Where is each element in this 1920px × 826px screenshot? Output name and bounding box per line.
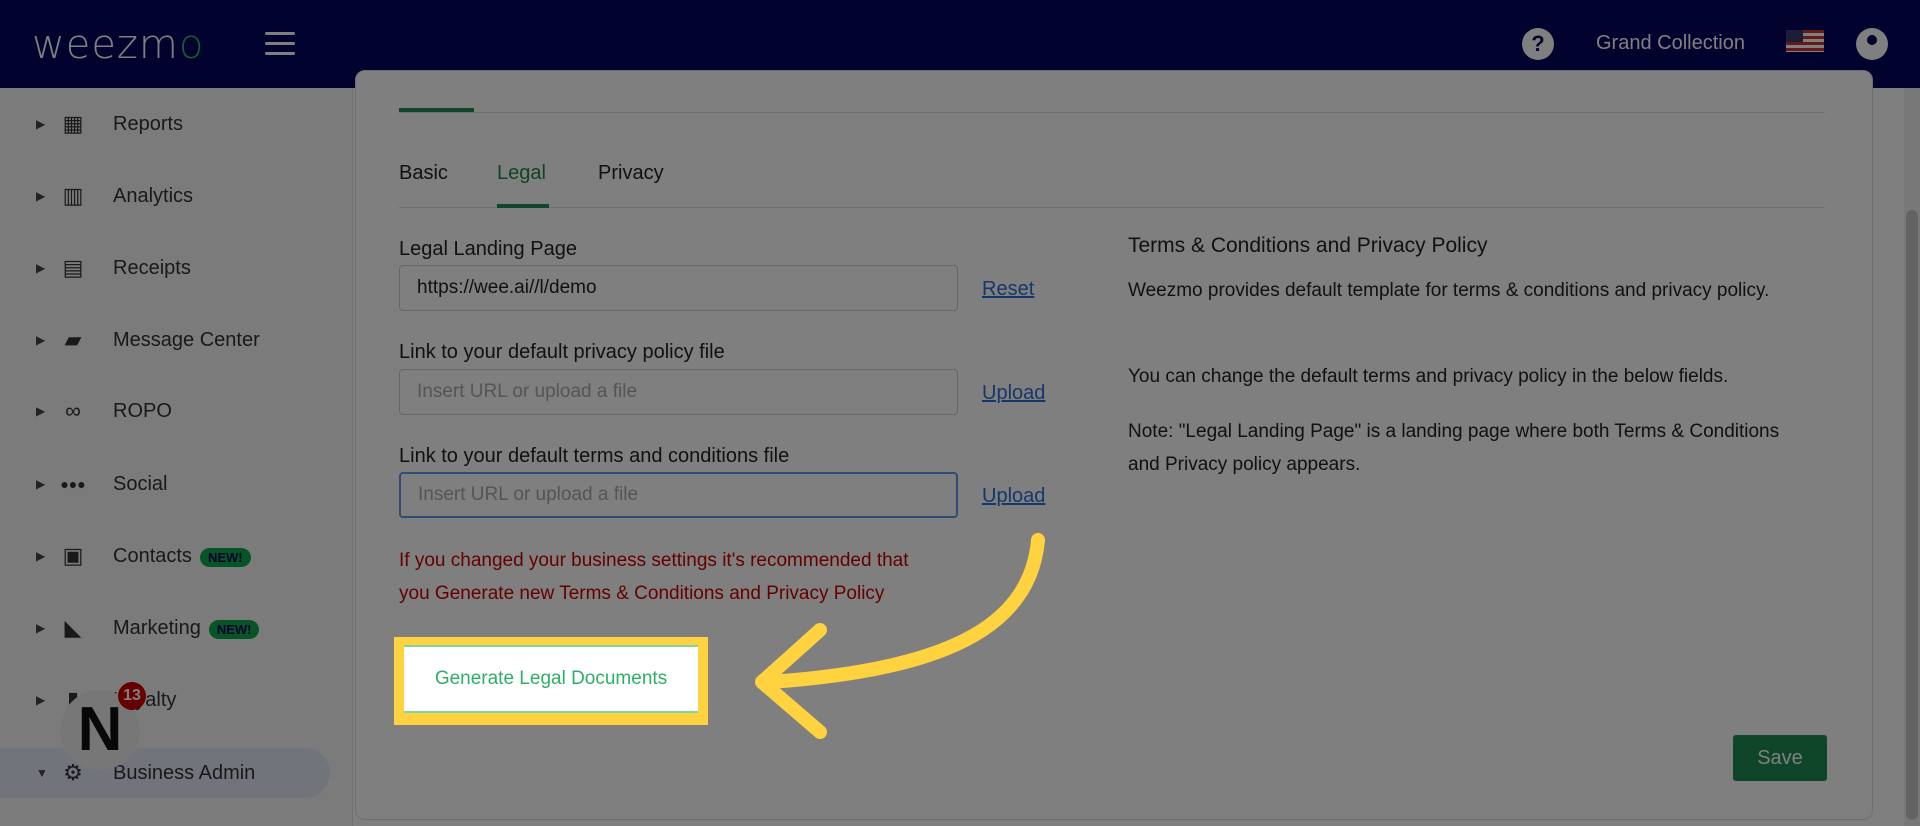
help-icon[interactable]: ? — [1522, 28, 1554, 60]
sidebar-item-contacts[interactable]: ▶ ▣ Contacts NEW! — [0, 531, 353, 581]
terms-input[interactable] — [399, 472, 958, 518]
caret-right-icon: ▶ — [36, 189, 46, 203]
sidebar-item-social[interactable]: ▶ ●●● Social — [0, 459, 353, 509]
chat-icon: ▰ — [64, 327, 82, 352]
sidebar-item-label: Business Admin — [113, 761, 256, 784]
highlight-frame: Generate Legal Documents — [394, 637, 708, 725]
sidebar-item-message-center[interactable]: ▶ ▰ Message Center — [0, 315, 353, 365]
caret-right-icon: ▶ — [36, 404, 46, 418]
tab-legal[interactable]: Legal — [497, 162, 546, 185]
privacy-upload-link[interactable]: Upload — [982, 382, 1045, 405]
reset-link[interactable]: Reset — [982, 278, 1034, 301]
us-flag-icon[interactable] — [1786, 30, 1824, 52]
sidebar-item-ropo[interactable]: ▶ ∞ ROPO — [0, 386, 353, 436]
sidebar-item-label: Reports — [113, 112, 184, 135]
caret-right-icon: ▶ — [36, 117, 46, 131]
contacts-icon: ▣ — [62, 543, 84, 568]
scrollbar-thumb[interactable] — [1906, 210, 1918, 820]
new-badge: NEW! — [208, 619, 260, 639]
sidebar-item-loyalty[interactable]: ▶▮Loyalty — [0, 675, 353, 725]
infinity-icon: ∞ — [65, 398, 81, 423]
tab-basic[interactable]: Basic — [399, 162, 448, 185]
tabs-divider — [399, 207, 1825, 208]
sidebar-item-label: Receipts — [113, 256, 191, 279]
sidebar-item-label: Contacts NEW! — [113, 545, 251, 568]
caret-down-icon: ▼ — [36, 766, 48, 780]
caret-right-icon: ▶ — [36, 477, 46, 491]
privacy-policy-input[interactable] — [399, 369, 958, 415]
business-name[interactable]: Grand Collection — [1596, 32, 1745, 55]
weezmo-logo[interactable]: weezmo — [32, 22, 204, 68]
sidebar-item-marketing[interactable]: ▶ ◣ Marketing NEW! — [0, 603, 353, 653]
caret-right-icon: ▶ — [36, 549, 46, 563]
info-title: Terms & Conditions and Privacy Policy — [1128, 234, 1488, 257]
generate-legal-documents-button[interactable]: Generate Legal Documents — [404, 645, 698, 713]
new-badge: NEW! — [199, 547, 251, 567]
account-icon[interactable] — [1856, 28, 1888, 60]
sidebar-item-label: Message Center — [113, 328, 260, 351]
terms-label: Link to your default terms and condition… — [399, 445, 790, 467]
sidebar-item-receipts[interactable]: ▶ ▤ Receipts — [0, 243, 353, 293]
sidebar-item-reports[interactable]: ▶ ▦ Reports — [0, 99, 353, 149]
analytics-icon: ▥ — [62, 183, 84, 208]
pointer-arrow-icon — [755, 533, 1045, 739]
tab-privacy[interactable]: Privacy — [598, 162, 664, 185]
legal-landing-label: Legal Landing Page — [399, 238, 577, 260]
caret-right-icon: ▶ — [36, 333, 46, 347]
terms-upload-link[interactable]: Upload — [982, 485, 1045, 508]
dashboard-icon: ▦ — [62, 111, 84, 136]
legal-landing-input[interactable] — [399, 265, 958, 311]
caret-right-icon: ▶ — [36, 621, 46, 635]
save-button[interactable]: Save — [1733, 735, 1827, 781]
sidebar-item-analytics[interactable]: ▶ ▥ Analytics — [0, 171, 353, 221]
sidebar-item-label: Marketing NEW! — [113, 617, 260, 640]
receipt-icon: ▤ — [62, 255, 84, 280]
info-paragraph: You can change the default terms and pri… — [1128, 366, 1729, 387]
divider — [399, 112, 1825, 113]
sidebar: ▶ ▦ Reports ▶ ▥ Analytics ▶ ▤ Receipts ▶ ▰ Messa… — [0, 88, 353, 826]
notification-count-badge: 13 — [118, 682, 146, 710]
menu-icon[interactable] — [265, 32, 295, 56]
sidebar-item-label: ROPO — [113, 399, 172, 422]
active-tab-indicator — [497, 204, 549, 208]
sidebar-item-label: Analytics — [113, 184, 194, 207]
sidebar-item-business-admin[interactable]: ▼ ⚙ Business Admin — [0, 748, 330, 798]
party-popper-icon: ◣ — [64, 615, 82, 640]
info-note: Note: "Legal Landing Page" is a landing … — [1128, 421, 1780, 475]
privacy-policy-label: Link to your default privacy policy file — [399, 341, 725, 363]
active-section-indicator — [399, 108, 474, 112]
info-paragraph: Weezmo provides default template for ter… — [1128, 280, 1770, 301]
caret-right-icon: ▶ — [36, 261, 46, 275]
sidebar-item-label: Social — [113, 472, 168, 495]
people-icon: ●●● — [60, 476, 86, 492]
caret-right-icon: ▶ — [36, 693, 46, 707]
